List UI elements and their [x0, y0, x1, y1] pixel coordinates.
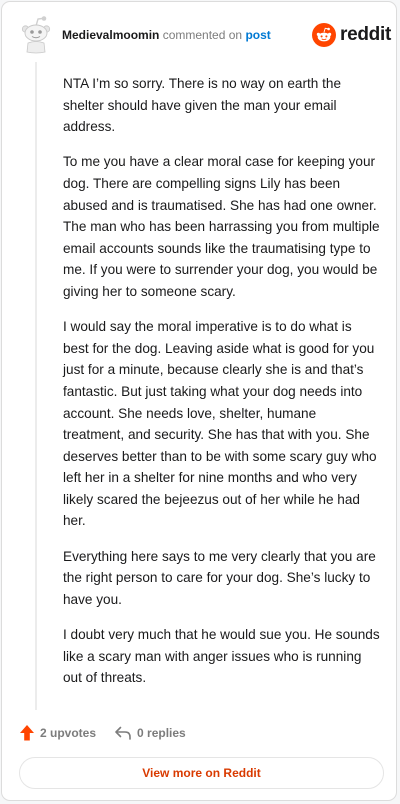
- comment-paragraph: To me you have a clear moral case for ke…: [63, 154, 380, 299]
- reply-arrow-icon: [115, 726, 131, 740]
- comment-card: Medievalmoomin commented on post reddit …: [1, 1, 397, 801]
- comment-paragraph: I doubt very much that he would sue you.…: [63, 627, 380, 686]
- comment-actions: 2 upvotes 0 replies: [19, 723, 186, 743]
- upvote-count: 2 upvotes: [40, 726, 97, 740]
- post-link[interactable]: post: [245, 28, 270, 42]
- view-more-label: View more on Reddit: [142, 766, 261, 780]
- comment-paragraph: Everything here says to me very clearly …: [63, 548, 376, 607]
- view-more-button[interactable]: View more on Reddit: [19, 757, 384, 789]
- upvote-button[interactable]: 2 upvotes: [19, 724, 96, 742]
- snoo-avatar-icon[interactable]: [17, 14, 55, 54]
- username-link[interactable]: Medievalmoomin: [62, 28, 159, 42]
- reddit-brand[interactable]: reddit: [312, 22, 391, 48]
- byline-action-text: commented on: [162, 28, 243, 42]
- upvote-arrow-icon: [20, 725, 34, 741]
- reddit-logo-icon: [312, 23, 336, 47]
- byline: Medievalmoomin commented on post: [62, 27, 271, 43]
- comment-body: NTA I’m so sorry. There is no way on ear…: [63, 73, 381, 702]
- comment-paragraph: NTA I’m so sorry. There is no way on ear…: [63, 76, 342, 135]
- comment-header: Medievalmoomin commented on post reddit: [2, 2, 396, 66]
- reddit-wordmark: reddit: [340, 24, 391, 45]
- replies-button[interactable]: 0 replies: [114, 725, 186, 741]
- reply-count: 0 replies: [137, 726, 186, 740]
- comment-paragraph: I would say the moral imperative is to d…: [63, 319, 377, 529]
- thread-line: [35, 62, 37, 710]
